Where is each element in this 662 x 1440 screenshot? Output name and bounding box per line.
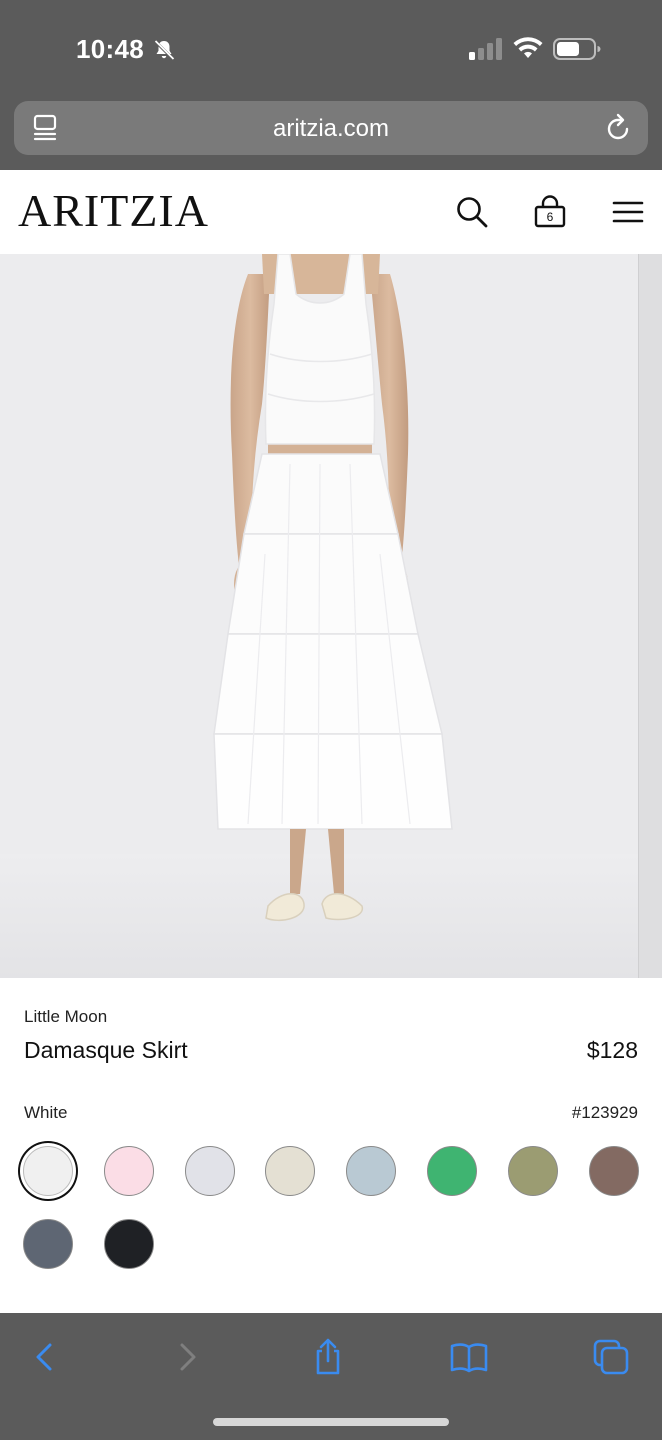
product-name: Damasque Skirt (24, 1037, 188, 1063)
bookmarks-icon[interactable] (449, 1337, 489, 1377)
color-swatch-olive[interactable] (507, 1146, 558, 1196)
tabs-icon[interactable] (591, 1337, 631, 1377)
color-swatch-light-grey[interactable] (184, 1146, 235, 1196)
bell-off-icon (153, 39, 175, 61)
color-swatch-light-blue[interactable] (346, 1146, 397, 1196)
forward-icon[interactable] (168, 1337, 208, 1377)
back-icon[interactable] (24, 1337, 64, 1377)
wifi-icon (513, 37, 543, 58)
home-indicator[interactable] (213, 1418, 449, 1426)
signal-icon (469, 38, 502, 60)
hamburger-menu-icon[interactable] (610, 194, 646, 230)
share-icon[interactable] (308, 1337, 348, 1377)
site-header: ARITZIA 6 (0, 170, 662, 254)
color-swatch-white[interactable] (23, 1146, 73, 1196)
address-bar[interactable]: aritzia.com (14, 101, 648, 155)
aritzia-logo[interactable]: ARITZIA (18, 188, 209, 234)
model-illustration (0, 254, 638, 978)
search-icon[interactable] (454, 194, 490, 230)
color-swatch-pink[interactable] (103, 1146, 154, 1196)
next-image-peek[interactable] (638, 254, 662, 978)
bag-count-badge: 6 (546, 210, 554, 224)
shopping-bag-button[interactable]: 6 (532, 194, 568, 230)
selected-color-name: White (24, 1103, 68, 1122)
product-brand[interactable]: Little Moon (24, 1007, 107, 1027)
product-price: $128 (586, 1037, 638, 1063)
color-swatch-black[interactable] (103, 1219, 154, 1269)
color-swatch-green[interactable] (427, 1146, 477, 1196)
reload-icon[interactable] (604, 113, 632, 143)
url-text[interactable]: aritzia.com (14, 115, 648, 143)
product-sku: #123929 (571, 1103, 638, 1122)
browser-top-chrome: 10:48 aritzia.com (0, 0, 662, 170)
product-image[interactable] (0, 254, 662, 978)
color-swatch-cream[interactable] (265, 1146, 316, 1196)
status-time: 10:48 (76, 34, 144, 64)
color-swatch-slate[interactable] (23, 1219, 73, 1269)
color-swatch-brown[interactable] (588, 1146, 639, 1196)
battery-icon (553, 38, 601, 60)
